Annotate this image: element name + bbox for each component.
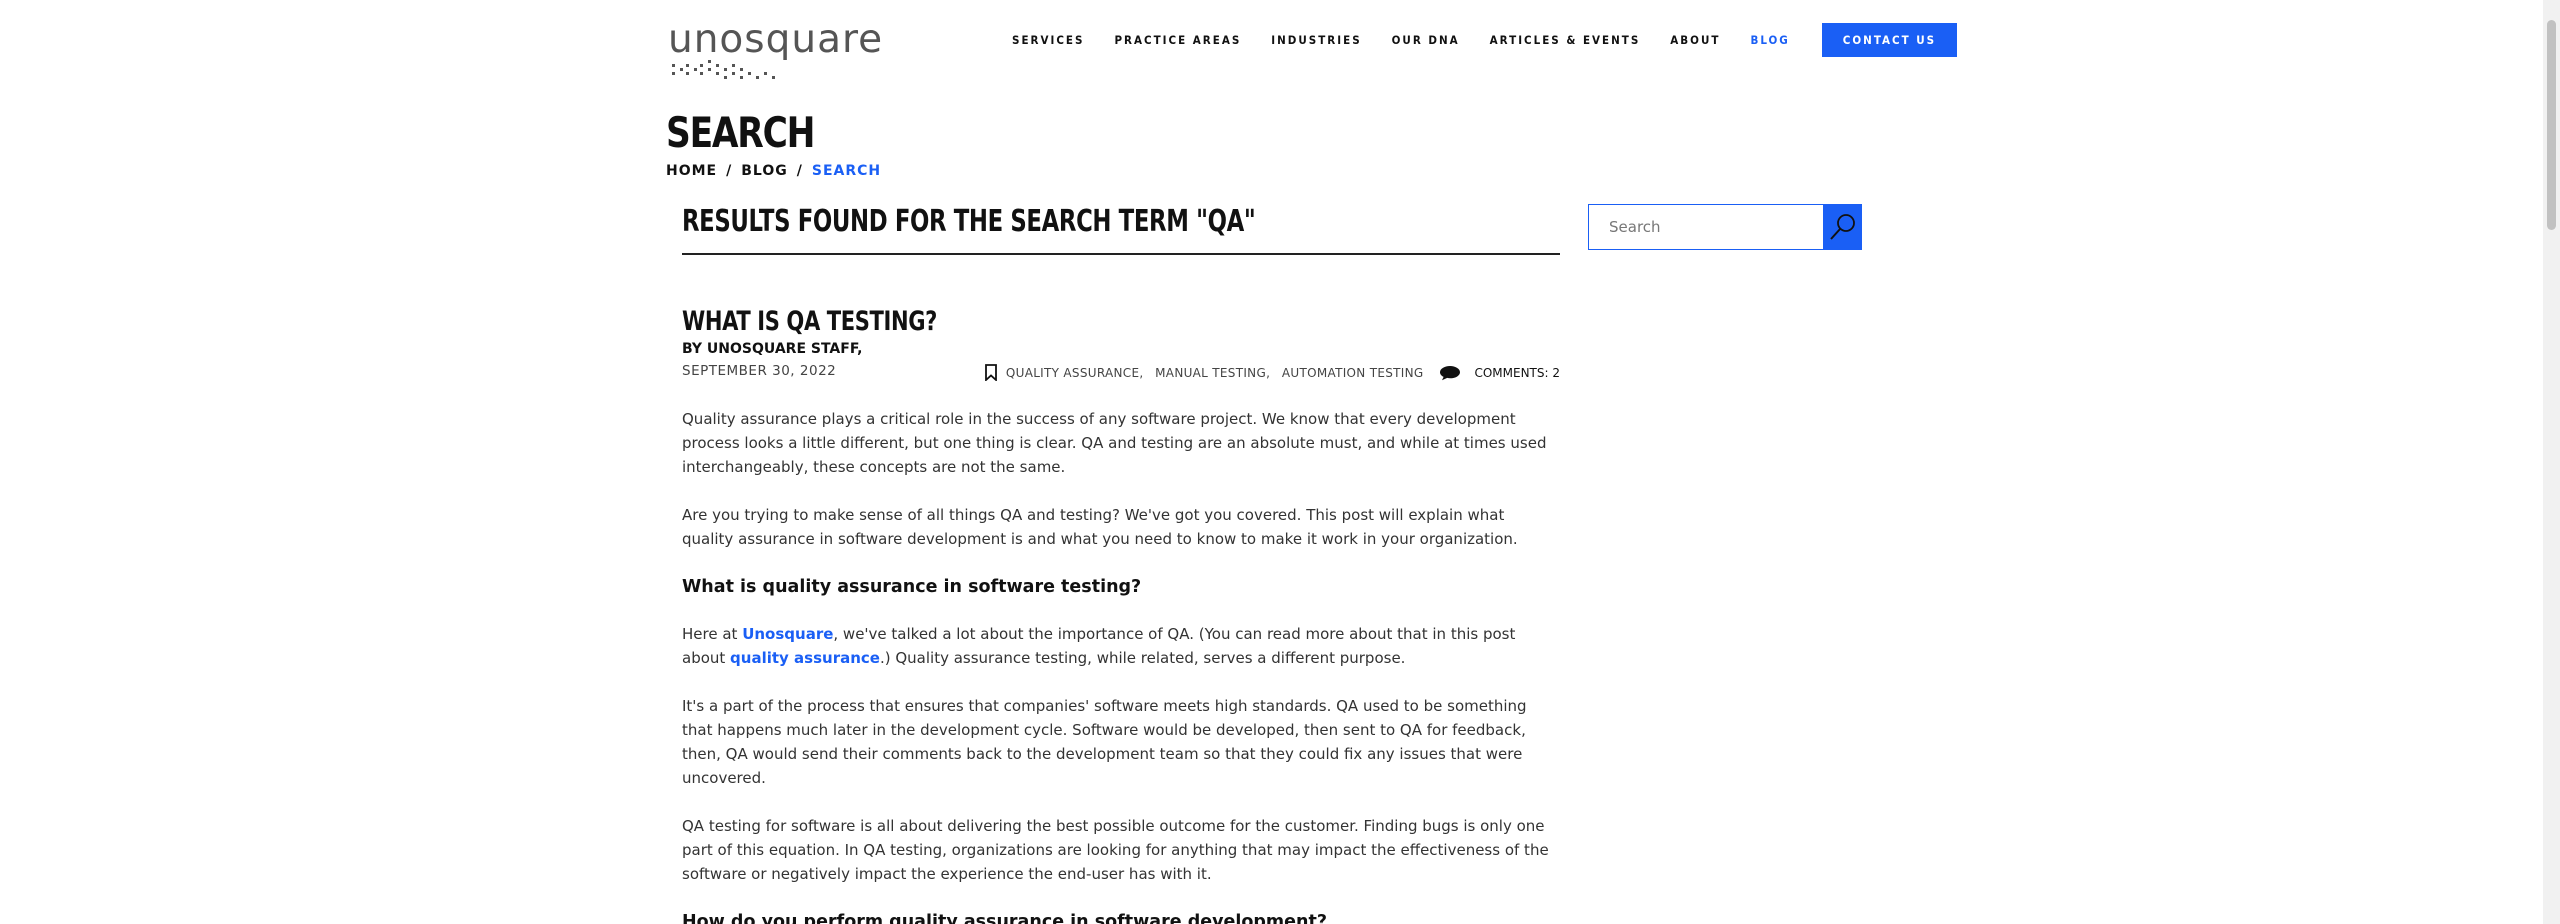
article-meta: SEPTEMBER 30, 2022 QUALITY ASSURANCE , M… — [682, 359, 1560, 387]
breadcrumb-home[interactable]: HOME — [666, 163, 717, 179]
nav-services[interactable]: SERVICES — [1012, 33, 1084, 47]
tag-link[interactable]: AUTOMATION TESTING — [1282, 366, 1424, 380]
bookmark-icon — [984, 364, 997, 381]
nav-about[interactable]: ABOUT — [1670, 33, 1720, 47]
article-paragraph: Quality assurance plays a critical role … — [682, 410, 1547, 476]
logo-dots-icon — [672, 60, 775, 79]
tag-separator: , — [1266, 365, 1270, 380]
breadcrumb-separator: / — [796, 163, 803, 179]
article-body: Quality assurance plays a critical role … — [682, 407, 1560, 924]
article-date: SEPTEMBER 30, 2022 — [682, 363, 837, 379]
article-title-link[interactable]: WHAT IS QA TESTING? — [682, 306, 1560, 337]
article-paragraph: Here at Unosquare, we've talked a lot ab… — [682, 622, 1560, 670]
unosquare-logo[interactable]: unosquare — [668, 17, 884, 82]
logo-text: unosquare — [668, 17, 884, 62]
article-paragraph: It's a part of the process that ensures … — [682, 697, 1527, 787]
paragraph-text: .) Quality assurance testing, while rela… — [879, 649, 1406, 667]
quality-assurance-link[interactable]: quality assurance — [730, 649, 880, 667]
breadcrumb-separator: / — [726, 163, 733, 179]
search-icon — [1829, 214, 1855, 240]
tag-link[interactable]: QUALITY ASSURANCE — [1006, 366, 1139, 380]
comment-bubble-icon — [1439, 365, 1461, 381]
nav-blog[interactable]: BLOG — [1750, 33, 1789, 47]
search-input[interactable] — [1588, 204, 1823, 250]
contact-us-button[interactable]: CONTACT US — [1821, 23, 1958, 57]
article-paragraph: QA testing for software is all about del… — [682, 817, 1549, 883]
comments-count[interactable]: COMMENTS: 2 — [1474, 366, 1560, 380]
nav-our-dna[interactable]: OUR DNA — [1392, 33, 1460, 47]
breadcrumb: HOME / BLOG / SEARCH — [666, 163, 881, 179]
unosquare-link[interactable]: Unosquare — [742, 625, 833, 643]
search-widget — [1588, 204, 1862, 250]
results-heading: RESULTS FOUND FOR THE SEARCH TERM "QA" — [682, 204, 1256, 239]
nav-articles-events[interactable]: ARTICLES & EVENTS — [1490, 33, 1641, 47]
tag-separator: , — [1139, 365, 1144, 380]
nav-practice-areas[interactable]: PRACTICE AREAS — [1114, 33, 1241, 47]
search-button[interactable] — [1823, 204, 1862, 250]
results-header: RESULTS FOUND FOR THE SEARCH TERM "QA" — [682, 204, 1560, 255]
paragraph-text: Here at — [682, 625, 743, 643]
article-subheading: What is quality assurance in software te… — [682, 577, 1142, 597]
breadcrumb-current: SEARCH — [811, 163, 882, 179]
search-result-article: WHAT IS QA TESTING? BY UNOSQUARE STAFF, … — [682, 306, 1560, 924]
page-scrollbar[interactable] — [2543, 0, 2560, 924]
page-title: SEARCH — [666, 108, 815, 157]
article-subheading: How do you perform quality assurance in … — [682, 912, 1327, 924]
tag-link[interactable]: MANUAL TESTING — [1155, 366, 1266, 380]
breadcrumb-blog[interactable]: BLOG — [741, 163, 788, 179]
article-paragraph: Are you trying to make sense of all thin… — [682, 506, 1518, 548]
scrollbar-thumb[interactable] — [2547, 20, 2556, 230]
article-byline: BY UNOSQUARE STAFF, — [682, 341, 863, 357]
article-tags: QUALITY ASSURANCE , MANUAL TESTING , AUT… — [984, 364, 1560, 381]
article-title: WHAT IS QA TESTING? — [682, 306, 937, 337]
nav-industries[interactable]: INDUSTRIES — [1271, 33, 1361, 47]
main-nav: SERVICES PRACTICE AREAS INDUSTRIES OUR D… — [1012, 23, 1958, 57]
